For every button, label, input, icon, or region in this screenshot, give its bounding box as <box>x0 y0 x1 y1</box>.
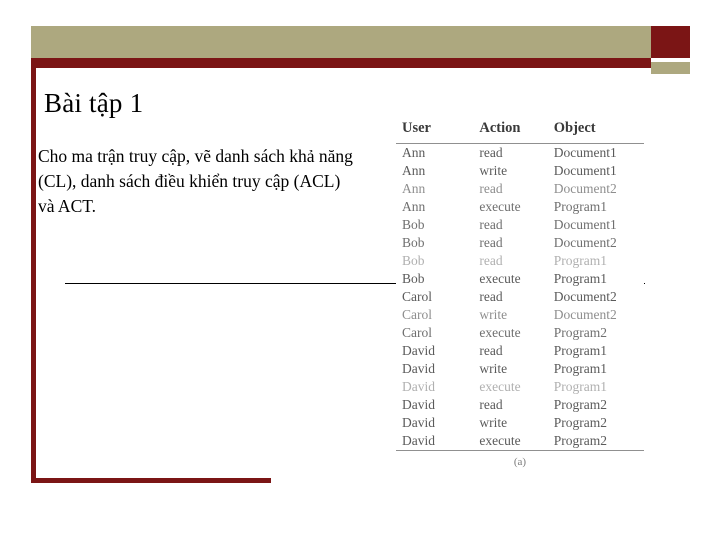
cell-action: read <box>479 289 503 304</box>
cell-user: Bob <box>402 235 425 250</box>
cell-object: Program1 <box>553 343 607 358</box>
cell-object: Document1 <box>553 217 617 232</box>
cell-object: Program2 <box>553 325 607 340</box>
cell-user: Ann <box>402 163 426 178</box>
bottom-rail <box>31 478 271 483</box>
access-matrix-table: User Action Object Ann read Document1 An… <box>396 118 644 450</box>
table-row: Carol write Document2 <box>396 306 644 324</box>
cell-action: write <box>479 163 508 178</box>
table-row: David execute Program2 <box>396 432 644 450</box>
cell-user: David <box>402 361 435 376</box>
table-row: David read Program2 <box>396 396 644 414</box>
table-row: David execute Program1 <box>396 378 644 396</box>
cell-user: David <box>402 415 435 430</box>
cell-action: write <box>479 415 508 430</box>
cell-object: Document1 <box>553 145 617 160</box>
body-text: Cho ma trận truy cập, vẽ danh sách khả n… <box>38 146 353 216</box>
cell-action: read <box>479 181 503 196</box>
table-row: Carol read Document2 <box>396 288 644 306</box>
cell-action: read <box>479 343 503 358</box>
cell-action: execute <box>479 271 521 286</box>
cell-user: David <box>402 397 435 412</box>
cell-action: execute <box>479 433 521 448</box>
cell-action: read <box>479 235 503 250</box>
table-row: Bob execute Program1 <box>396 270 644 288</box>
cell-object: Document2 <box>553 181 617 196</box>
cell-object: Program2 <box>553 433 607 448</box>
table-row: David write Program1 <box>396 360 644 378</box>
cell-object: Program1 <box>553 271 607 286</box>
table-row: Bob read Program1 <box>396 252 644 270</box>
cell-object: Document2 <box>553 289 617 304</box>
slide: Bài tập 1 Cho ma trận truy cập, vẽ danh … <box>0 0 720 540</box>
table-row: Ann execute Program1 <box>396 198 644 216</box>
table-row: David write Program2 <box>396 414 644 432</box>
table-row: Bob read Document1 <box>396 216 644 234</box>
cell-object: Program2 <box>553 397 607 412</box>
cell-user: Carol <box>402 307 432 322</box>
cell-user: Bob <box>402 217 425 232</box>
figure-caption: (a) <box>396 450 644 468</box>
header-maroon-bar <box>31 58 651 68</box>
cell-user: Ann <box>402 181 426 196</box>
cell-action: execute <box>479 379 521 394</box>
cell-object: Program1 <box>553 253 607 268</box>
cell-action: write <box>479 307 508 322</box>
table-row: Bob read Document2 <box>396 234 644 252</box>
cell-user: Ann <box>402 145 426 160</box>
header-olive-bar <box>31 26 651 58</box>
table-row: Carol execute Program2 <box>396 324 644 342</box>
cell-action: execute <box>479 325 521 340</box>
table-header-row: User Action Object <box>396 118 644 144</box>
header-maroon-block <box>651 26 690 58</box>
cell-user: Carol <box>402 325 432 340</box>
cell-object: Program1 <box>553 199 607 214</box>
table-row: Ann write Document1 <box>396 162 644 180</box>
table-row: David read Program1 <box>396 342 644 360</box>
header-olive-accent <box>651 62 690 74</box>
cell-object: Document2 <box>553 307 617 322</box>
cell-object: Program2 <box>553 415 607 430</box>
cell-action: write <box>479 361 508 376</box>
cell-user: Bob <box>402 253 425 268</box>
table-row: Ann read Document1 <box>396 144 644 163</box>
table-header: User Action Object <box>396 118 644 144</box>
page-title: Bài tập 1 <box>44 88 144 118</box>
column-header-user: User <box>396 118 476 144</box>
cell-object: Document2 <box>553 235 617 250</box>
cell-user: Ann <box>402 199 426 214</box>
cell-object: Program1 <box>553 361 607 376</box>
cell-user: Carol <box>402 289 432 304</box>
cell-user: David <box>402 343 435 358</box>
cell-user: David <box>402 379 435 394</box>
cell-user: David <box>402 433 435 448</box>
cell-action: read <box>479 217 503 232</box>
cell-action: read <box>479 253 503 268</box>
cell-object: Document1 <box>553 163 617 178</box>
cell-action: read <box>479 145 503 160</box>
column-header-object: Object <box>549 118 644 144</box>
cell-user: Bob <box>402 271 425 286</box>
cell-action: execute <box>479 199 521 214</box>
table-row: Ann read Document2 <box>396 180 644 198</box>
column-header-action: Action <box>475 118 550 144</box>
left-rail <box>31 68 36 483</box>
cell-object: Program1 <box>553 379 607 394</box>
table-body: Ann read Document1 Ann write Document1 A… <box>396 144 644 451</box>
access-matrix-figure: User Action Object Ann read Document1 An… <box>396 118 644 493</box>
cell-action: read <box>479 397 503 412</box>
